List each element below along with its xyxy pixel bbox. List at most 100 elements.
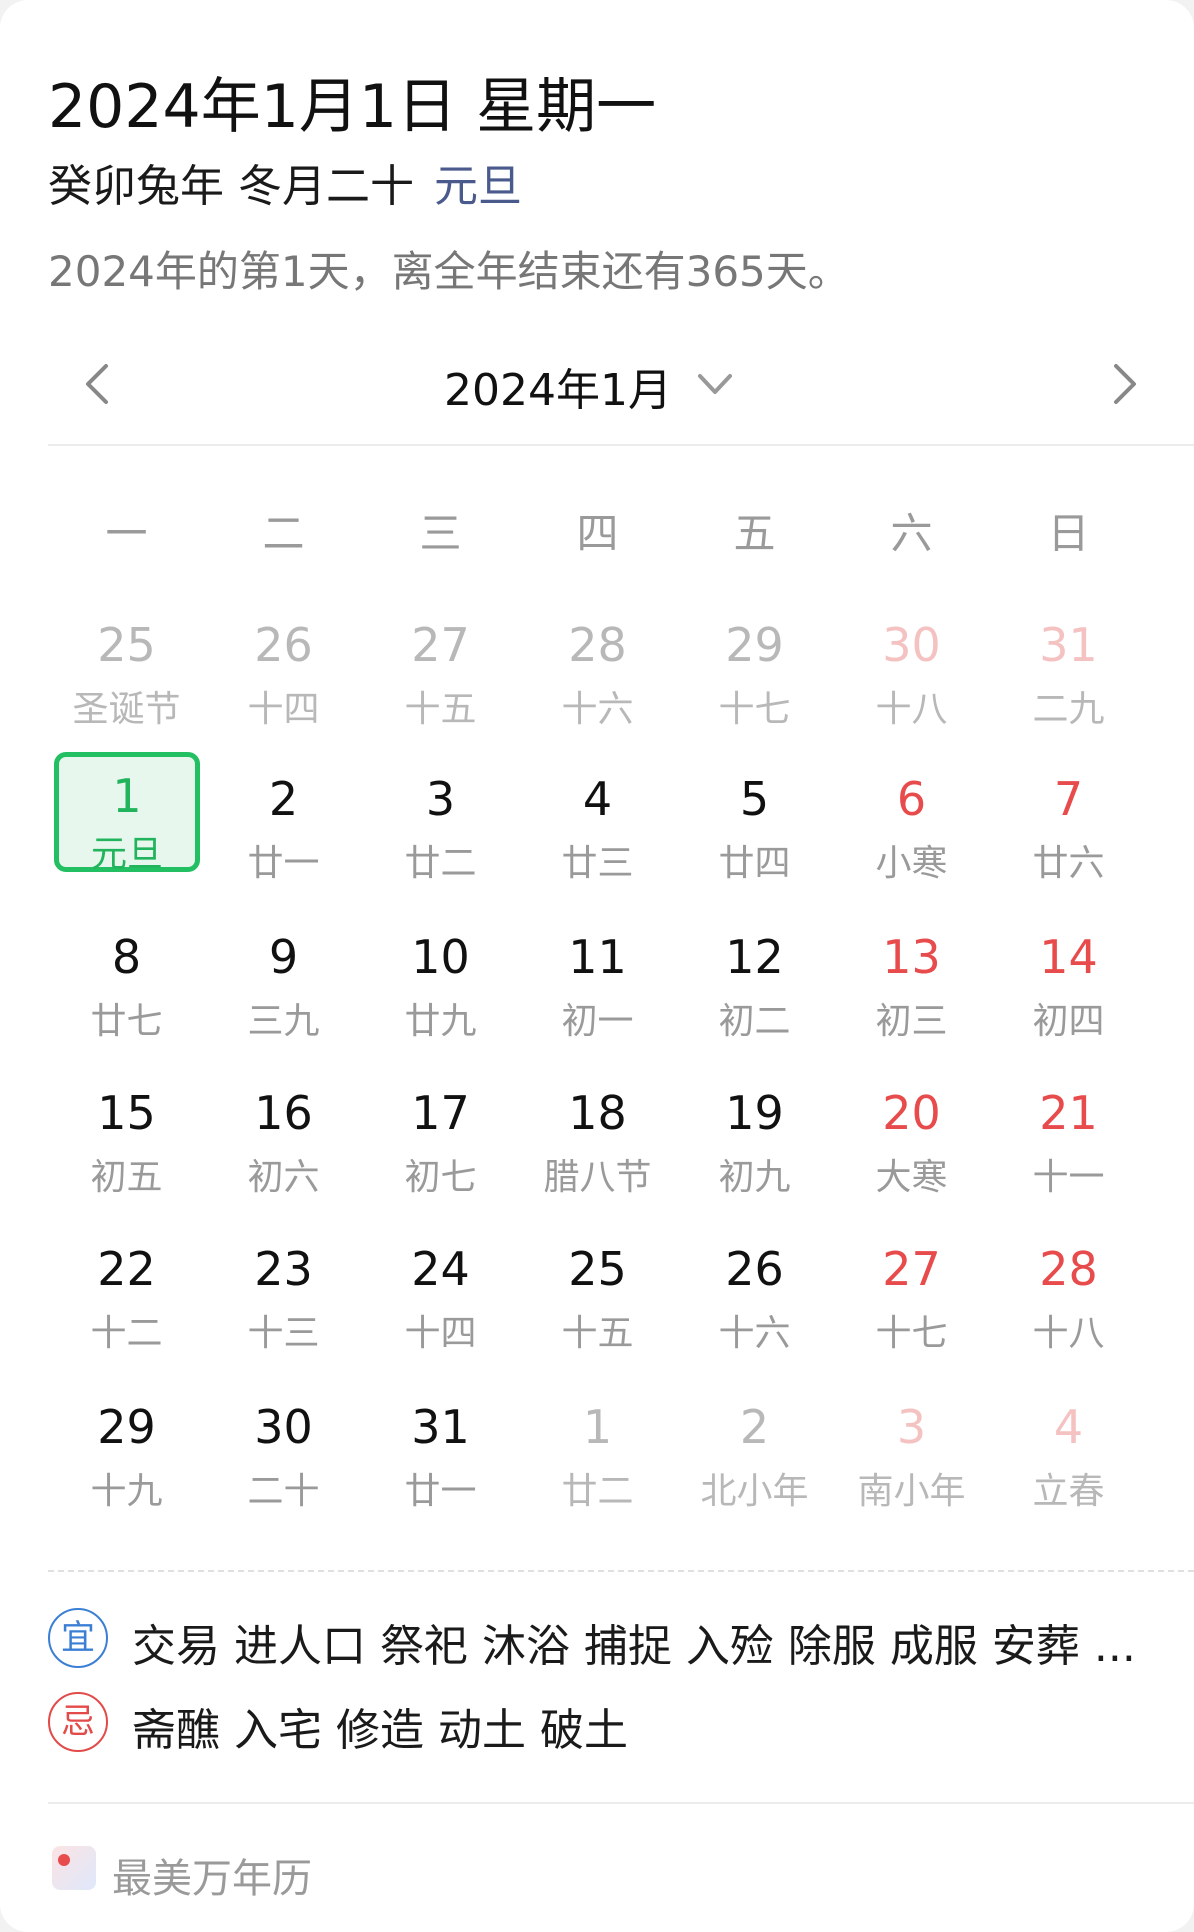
day-cell[interactable]: 26 十六 <box>676 1236 833 1386</box>
day-number: 27 <box>411 618 470 672</box>
yi-badge: 宜 <box>48 1608 108 1668</box>
day-number: 19 <box>725 1086 784 1140</box>
lunar-day-label: 北小年 <box>700 1471 809 1512</box>
day-cell[interactable]: 27 十七 <box>833 1236 990 1386</box>
day-number: 25 <box>97 618 156 672</box>
day-cell[interactable]: 21 十一 <box>990 1080 1147 1230</box>
day-number: 3 <box>425 772 456 826</box>
day-cell[interactable]: 6 小寒 <box>833 766 990 916</box>
lunar-day-label: 廿三 <box>561 843 634 884</box>
lunar-date: 癸卯兔年 冬月二十 元旦 <box>48 150 522 214</box>
day-cell[interactable]: 1 廿二 <box>519 1394 676 1544</box>
day-cell[interactable]: 7 廿六 <box>990 766 1147 916</box>
lunar-day-label: 廿二 <box>561 1471 634 1512</box>
day-number: 27 <box>882 1242 941 1296</box>
day-cell[interactable]: 25 十五 <box>519 1236 676 1386</box>
day-cell-selected[interactable]: 1 元旦 <box>54 752 200 875</box>
day-cell[interactable]: 28 十八 <box>990 1236 1147 1386</box>
day-number: 31 <box>411 1400 470 1454</box>
day-cell[interactable]: 12 初二 <box>676 924 833 1074</box>
lunar-day-label: 十八 <box>875 689 948 730</box>
day-cell[interactable]: 25 圣诞节 <box>48 612 205 762</box>
dashed-divider <box>48 1570 1194 1572</box>
day-number: 24 <box>411 1242 470 1296</box>
day-number: 12 <box>725 930 784 984</box>
day-cell[interactable]: 31 廿一 <box>362 1394 519 1544</box>
day-number: 11 <box>568 930 627 984</box>
day-number: 23 <box>254 1242 313 1296</box>
app-brand-name[interactable]: 最美万年历 <box>112 1846 312 1904</box>
day-number: 10 <box>411 930 470 984</box>
weekday-label: 五 <box>733 509 776 558</box>
day-cell[interactable]: 2 北小年 <box>676 1394 833 1544</box>
day-number: 30 <box>254 1400 313 1454</box>
day-cell[interactable]: 9 三九 <box>205 924 362 1074</box>
day-number: 13 <box>882 930 941 984</box>
day-cell[interactable]: 3 廿二 <box>362 766 519 916</box>
footer-divider <box>48 1802 1194 1804</box>
day-cell[interactable]: 17 初七 <box>362 1080 519 1230</box>
day-cell[interactable]: 4 廿三 <box>519 766 676 916</box>
lunar-day-label: 初三 <box>875 1001 948 1042</box>
day-cell[interactable]: 5 廿四 <box>676 766 833 916</box>
day-cell[interactable]: 29 十九 <box>48 1394 205 1544</box>
lunar-day-label: 初九 <box>718 1157 791 1198</box>
yi-row[interactable]: 宜 交易 进人口 祭祀 沐浴 捕捉 入殓 除服 成服 安葬 ... <box>48 1608 1188 1678</box>
day-cell[interactable]: 26 十四 <box>205 612 362 762</box>
chevron-left-icon[interactable] <box>68 354 128 414</box>
day-cell[interactable]: 16 初六 <box>205 1080 362 1230</box>
day-cell[interactable]: 20 大寒 <box>833 1080 990 1230</box>
day-cell[interactable]: 28 十六 <box>519 612 676 762</box>
day-number: 4 <box>1053 1400 1084 1454</box>
chevron-down-icon[interactable] <box>690 360 740 410</box>
day-number: 16 <box>254 1086 313 1140</box>
day-cell[interactable]: 13 初三 <box>833 924 990 1074</box>
day-cell[interactable]: 14 初四 <box>990 924 1147 1074</box>
day-cell[interactable]: 23 十三 <box>205 1236 362 1386</box>
day-cell[interactable]: 27 十五 <box>362 612 519 762</box>
lunar-day-label: 初五 <box>90 1157 163 1198</box>
day-cell[interactable]: 31 二九 <box>990 612 1147 762</box>
lunar-day-label: 初四 <box>1032 1001 1105 1042</box>
day-number: 25 <box>568 1242 627 1296</box>
month-label[interactable]: 2024年1月 <box>444 354 672 418</box>
weekday-label: 四 <box>576 509 619 558</box>
lunar-day-label: 廿一 <box>404 1471 477 1512</box>
lunar-day-label: 廿二 <box>404 843 477 884</box>
day-cell[interactable]: 29 十七 <box>676 612 833 762</box>
day-cell[interactable]: 2 廿一 <box>205 766 362 916</box>
lunar-day-label: 二十 <box>247 1471 320 1512</box>
day-cell[interactable]: 11 初一 <box>519 924 676 1074</box>
day-cell[interactable]: 3 南小年 <box>833 1394 990 1544</box>
ji-badge: 忌 <box>48 1692 108 1752</box>
day-number: 9 <box>268 930 299 984</box>
weekday-label: 日 <box>1047 509 1090 558</box>
day-cell[interactable]: 4 立春 <box>990 1394 1147 1544</box>
day-cell[interactable]: 18 腊八节 <box>519 1080 676 1230</box>
lunar-day-label: 十六 <box>718 1313 791 1354</box>
day-cell[interactable]: 10 廿九 <box>362 924 519 1074</box>
day-cell[interactable]: 19 初九 <box>676 1080 833 1230</box>
lunar-day-label: 初七 <box>404 1157 477 1198</box>
day-number: 30 <box>882 618 941 672</box>
day-cell[interactable]: 30 十八 <box>833 612 990 762</box>
day-number: 28 <box>568 618 627 672</box>
day-cell[interactable]: 8 廿七 <box>48 924 205 1074</box>
day-cell[interactable]: 22 十二 <box>48 1236 205 1386</box>
festival-label[interactable]: 元旦 <box>434 161 522 212</box>
day-number: 21 <box>1039 1086 1098 1140</box>
selected-date-title: 2024年1月1日 星期一 <box>48 72 657 142</box>
lunar-day-label: 十三 <box>247 1313 320 1354</box>
lunar-day-label: 立春 <box>1032 1471 1105 1512</box>
ji-text: 斋醮 入宅 修造 动土 破土 <box>132 1705 628 1756</box>
month-navigator: 2024年1月 <box>48 340 1194 440</box>
day-number: 1 <box>112 769 142 823</box>
day-cell[interactable]: 24 十四 <box>362 1236 519 1386</box>
day-number: 22 <box>97 1242 156 1296</box>
yi-text: 交易 进人口 祭祀 沐浴 捕捉 入殓 除服 成服 安葬 ... <box>132 1621 1136 1672</box>
day-number: 6 <box>896 772 927 826</box>
chevron-right-icon[interactable] <box>1094 354 1154 414</box>
day-cell[interactable]: 15 初五 <box>48 1080 205 1230</box>
day-cell[interactable]: 30 二十 <box>205 1394 362 1544</box>
ji-row[interactable]: 忌 斋醮 入宅 修造 动土 破土 <box>48 1692 1188 1762</box>
